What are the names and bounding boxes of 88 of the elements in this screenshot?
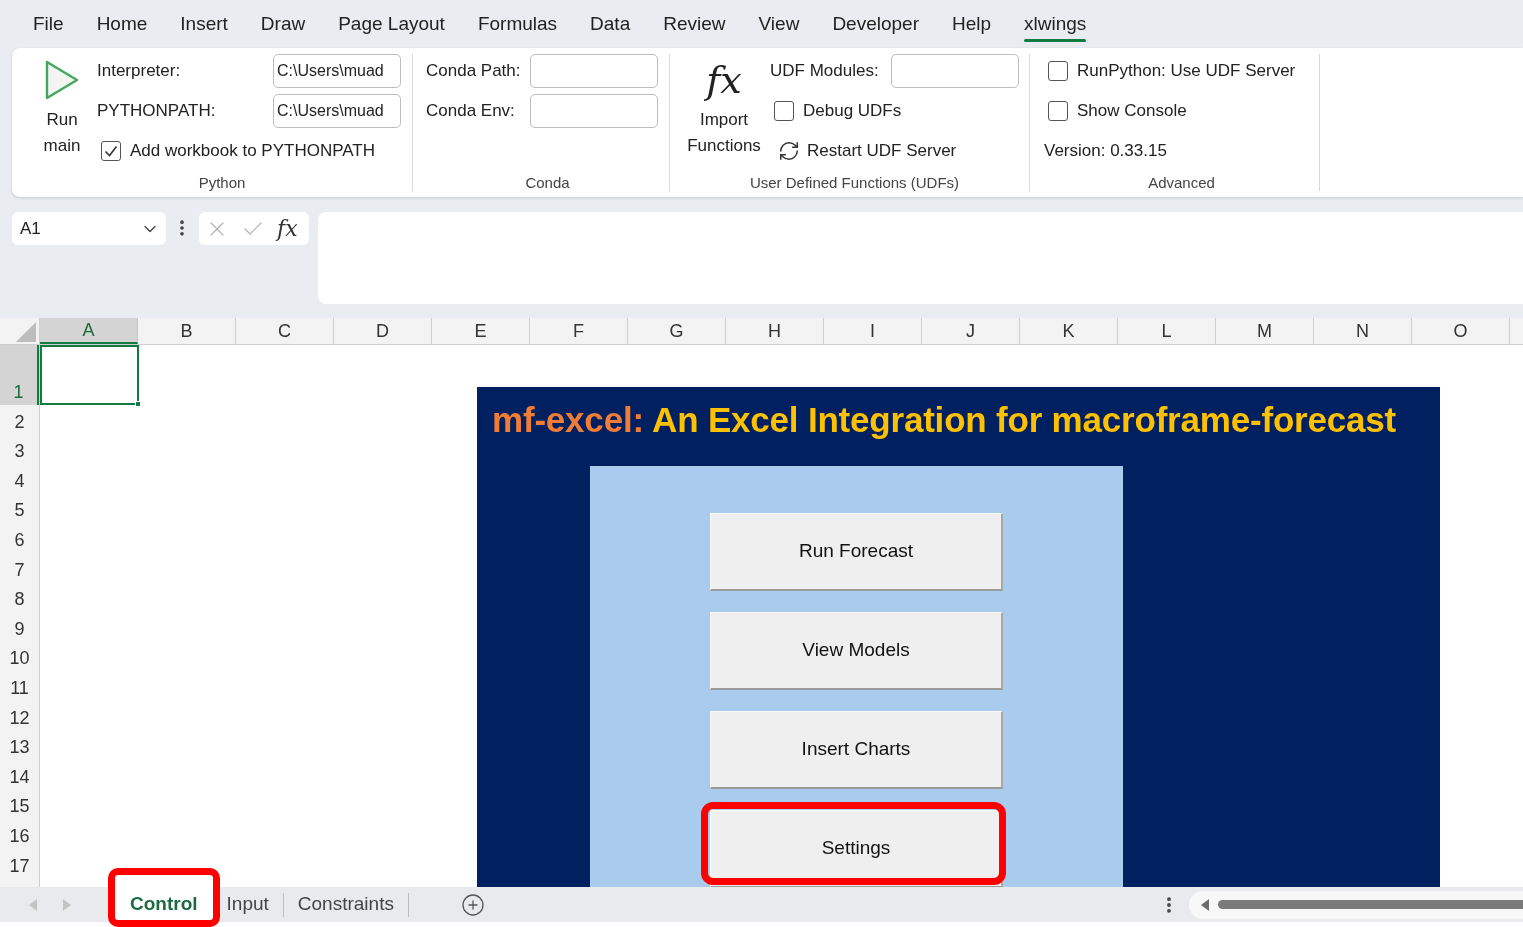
row-header[interactable]: 8 (0, 582, 39, 613)
column-header[interactable]: B (138, 318, 236, 344)
input-field[interactable]: C:\Users\muad (273, 94, 401, 128)
group-label: Python (198, 175, 246, 191)
column-header[interactable]: G (628, 318, 726, 344)
row-header[interactable]: 2 (0, 405, 39, 435)
column-header[interactable]: M (1216, 318, 1314, 344)
input-field[interactable] (530, 54, 658, 88)
checkbox[interactable] (1048, 61, 1068, 81)
row-header[interactable]: 12 (0, 700, 39, 731)
play-icon (45, 60, 79, 100)
menu-tab[interactable]: View (758, 0, 800, 46)
input-field[interactable] (891, 54, 1019, 88)
column-header[interactable]: L (1118, 318, 1216, 344)
row-header[interactable]: 3 (0, 434, 39, 465)
menu-tab[interactable]: Help (952, 0, 992, 46)
column-header[interactable]: O (1412, 318, 1510, 344)
group-label: User Defined Functions (UDFs) (749, 175, 960, 191)
fill-handle[interactable] (135, 401, 141, 407)
checkbox[interactable] (1048, 101, 1068, 121)
caret-left-icon[interactable] (1201, 898, 1209, 911)
menu-tab[interactable]: Review (663, 0, 726, 46)
insert-function-button[interactable]: fx (277, 215, 298, 242)
field-label: Conda Env: (426, 100, 516, 123)
column-header[interactable]: F (530, 318, 628, 344)
checkbox-label: Add workbook to PYTHONPATH (130, 140, 375, 163)
group-label: Conda (525, 175, 570, 191)
row-header[interactable]: 6 (0, 523, 39, 553)
field-label: Interpreter: (97, 60, 182, 83)
input-field[interactable]: C:\Users\muad (273, 54, 401, 88)
menu-tab[interactable]: Insert (180, 0, 228, 46)
row-header[interactable]: 16 (0, 819, 39, 849)
selected-cell[interactable] (40, 345, 139, 405)
restart-button[interactable]: Restart UDF Server (778, 134, 1019, 168)
row-header[interactable]: 1 (0, 345, 39, 405)
checkbox-label: Show Console (1077, 100, 1187, 123)
version-label: Version: 0.33.15 (1044, 140, 1167, 163)
group-label: Advanced (1148, 175, 1215, 191)
field-label: Conda Path: (426, 60, 522, 83)
column-header[interactable]: H (726, 318, 824, 344)
column-header[interactable]: D (334, 318, 432, 344)
column-header[interactable]: A (40, 318, 138, 344)
menu-tab[interactable]: Data (590, 0, 631, 46)
check-icon (104, 144, 118, 158)
row-header[interactable]: 9 (0, 612, 39, 642)
menu-tab[interactable]: File (33, 0, 64, 46)
macro-button[interactable]: Run Forecast (710, 513, 1003, 591)
name-box[interactable]: A1 (12, 212, 166, 245)
row-header[interactable]: 4 (0, 464, 39, 494)
row-header[interactable]: 14 (0, 760, 39, 790)
field-label: UDF Modules: (770, 60, 880, 83)
column-header[interactable]: J (922, 318, 1020, 344)
row-header[interactable]: 13 (0, 730, 39, 761)
scrollbar-thumb[interactable] (1218, 900, 1523, 909)
menu-tab[interactable]: Home (96, 0, 148, 46)
column-header[interactable]: C (236, 318, 334, 344)
sheet-tab[interactable]: Input (212, 887, 283, 922)
row-header[interactable]: 5 (0, 493, 39, 524)
menu-tab[interactable]: xlwings (1024, 0, 1087, 46)
column-header[interactable]: I (824, 318, 922, 344)
checkbox[interactable] (101, 141, 121, 161)
menu-tab[interactable]: Developer (832, 0, 919, 46)
macro-button[interactable]: Insert Charts (710, 711, 1003, 789)
row-header[interactable]: 17 (0, 848, 39, 879)
checkbox-label: Debug UDFs (803, 100, 902, 123)
input-field[interactable] (530, 94, 658, 128)
row-header[interactable]: 7 (0, 552, 39, 583)
row-header[interactable]: 11 (0, 671, 39, 701)
menu-tab[interactable]: Page Layout (338, 0, 445, 46)
checkbox[interactable] (774, 101, 794, 121)
field-label: PYTHONPATH: (97, 100, 217, 123)
plus-icon[interactable] (460, 892, 485, 917)
sheet-tab[interactable]: Constraints (283, 887, 408, 922)
sheet-tab[interactable]: Control (115, 887, 213, 922)
column-header[interactable]: K (1020, 318, 1118, 344)
scrollbar-track[interactable] (1189, 890, 1523, 919)
row-header[interactable]: 10 (0, 641, 39, 672)
ribbon-button[interactable]: Run main (32, 54, 92, 168)
ribbon-button[interactable]: fx Import Functions (680, 54, 768, 168)
menu-tab[interactable]: Draw (260, 0, 306, 46)
checkbox-label: RunPython: Use UDF Server (1077, 60, 1296, 83)
dashboard-title: mf-excel: An Excel Integration for macroframe-forecast (492, 400, 1397, 440)
column-header[interactable]: N (1314, 318, 1412, 344)
menu-tab[interactable]: Formulas (477, 0, 558, 46)
row-header[interactable]: 15 (0, 789, 39, 820)
macro-button[interactable]: View Models (710, 612, 1003, 690)
refresh-icon (778, 140, 800, 162)
column-header[interactable]: E (432, 318, 530, 344)
